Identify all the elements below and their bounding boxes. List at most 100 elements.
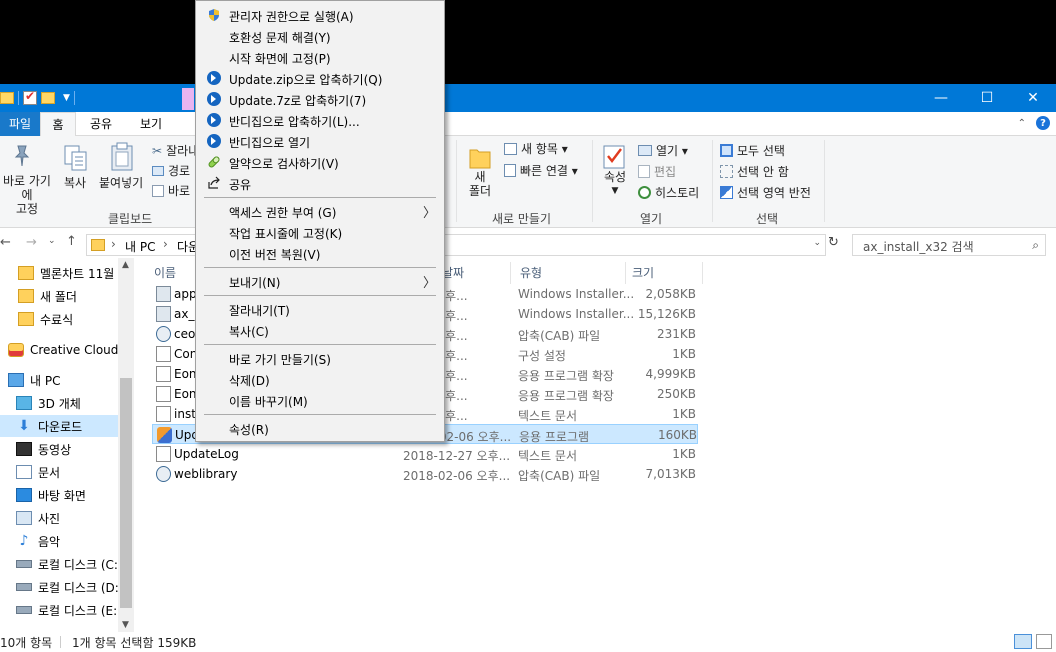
column-header-date[interactable]: 날짜 (442, 264, 464, 286)
history-button[interactable]: 히스토리 (638, 184, 699, 201)
new-folder-button[interactable]: 새 폴더 (466, 170, 494, 198)
chevron-right-icon: 〉 (422, 206, 436, 221)
menu-item-properties[interactable]: 속성(R) (198, 418, 442, 439)
select-none-button[interactable]: 선택 안 함 (720, 163, 789, 180)
nav-item-pictures[interactable]: 사진 (0, 507, 118, 529)
breadcrumb-pc[interactable]: 내 PC (125, 238, 155, 255)
column-header-name[interactable]: 이름 (154, 264, 176, 286)
nav-item-drive-d[interactable]: 로컬 디스크 (D:) (0, 576, 118, 598)
menu-item-rename[interactable]: 이름 바꾸기(M) (198, 390, 442, 411)
scroll-thumb[interactable] (120, 378, 132, 608)
cab-archive-icon (156, 326, 171, 342)
menu-item-cut[interactable]: 잘라내기(T) (198, 299, 442, 320)
divider (60, 636, 61, 648)
menu-item-compress-7z[interactable]: Update.7z로 압축하기(7) (198, 89, 442, 110)
chevron-down-icon[interactable]: ⌄ (48, 236, 56, 246)
chevron-down-icon[interactable]: ▼ (63, 93, 70, 103)
help-icon[interactable]: ? (1036, 116, 1050, 130)
menu-item-bandizip-open[interactable]: 반디집으로 열기 (198, 131, 442, 152)
edit-button[interactable]: 편집 (638, 163, 676, 180)
properties-button[interactable]: 속성 ▼ (602, 170, 628, 198)
nav-item-desktop[interactable]: 바탕 화면 (0, 484, 118, 506)
chevron-down-icon[interactable]: ⌄ (813, 238, 821, 248)
nav-item-music[interactable]: ♪ 음악 (0, 530, 118, 552)
menu-item-create-shortcut[interactable]: 바로 가기 만들기(S) (198, 348, 442, 369)
paste-button[interactable]: 붙여넣기 (99, 174, 143, 191)
divider (18, 91, 19, 105)
menu-item-pin-start[interactable]: 시작 화면에 고정(P) (198, 47, 442, 68)
nav-scrollbar[interactable]: ▲ ▼ (118, 258, 134, 632)
divider (73, 91, 75, 105)
menu-item-pin-taskbar[interactable]: 작업 표시줄에 고정(K) (198, 222, 442, 243)
select-all-button[interactable]: 모두 선택 (720, 142, 785, 159)
close-button[interactable]: ✕ (1010, 84, 1056, 112)
pin-quick-access-button[interactable]: 바로 가기에 고정 (0, 174, 54, 216)
nav-item-videos[interactable]: 동영상 (0, 438, 118, 460)
chevron-up-icon[interactable]: ▲ (122, 260, 129, 270)
open-button[interactable]: 열기 ▾ (638, 142, 688, 159)
chevron-down-icon[interactable]: ▼ (122, 620, 129, 630)
nav-item-documents[interactable]: 문서 (0, 461, 118, 483)
forward-arrow-icon[interactable]: → (26, 235, 37, 250)
menu-item-alyac-scan[interactable]: 알약으로 검사하기(V) (198, 152, 442, 173)
select-all-icon (720, 144, 733, 157)
menu-item-give-access[interactable]: 액세스 권한 부여 (G) 〉 (198, 201, 442, 222)
maximize-button[interactable]: ☐ (964, 84, 1010, 112)
nav-item-this-pc[interactable]: 내 PC (0, 369, 118, 391)
tab-file[interactable]: 파일 (0, 112, 40, 136)
tab-home[interactable]: 홈 (40, 112, 76, 137)
nav-item-downloads[interactable]: ⬇ 다운로드 (0, 415, 118, 437)
menu-item-compress-zip[interactable]: Update.zip으로 압축하기(Q) (198, 68, 442, 89)
up-arrow-icon[interactable]: ↑ (66, 234, 77, 249)
nav-item-drive-e[interactable]: 로컬 디스크 (E:) (0, 599, 118, 621)
properties-quick-icon[interactable] (23, 89, 37, 105)
easy-access-icon (504, 164, 516, 177)
file-row[interactable]: weblibrary 2018-02-06 오후... 압축(CAB) 파일 7,01… (152, 464, 698, 484)
nav-item-3d-objects[interactable]: 3D 개체 (0, 392, 118, 414)
large-icons-view-icon[interactable] (1036, 634, 1052, 649)
desktop-icon (16, 488, 32, 502)
folder-icon[interactable] (0, 92, 14, 104)
search-input[interactable]: ax_install_x32 검색 ⌕ (852, 234, 1046, 256)
quick-access-toolbar: ▼ (0, 89, 75, 106)
nav-item[interactable]: 멜론차트 11월 2 (0, 262, 118, 284)
menu-item-bandizip-compress[interactable]: 반디집으로 압축하기(L)... (198, 110, 442, 131)
select-none-icon (720, 165, 733, 178)
tab-view[interactable]: 보기 (130, 112, 172, 136)
copy-button[interactable]: 복사 (64, 174, 86, 191)
menu-item-run-as-admin[interactable]: 관리자 권한으로 실행(A) (198, 5, 442, 26)
menu-item-delete[interactable]: 삭제(D) (198, 369, 442, 390)
music-note-icon: ♪ (19, 533, 29, 549)
divider (204, 344, 436, 345)
file-row[interactable]: UpdateLog 2018-12-27 오후... 텍스트 문서 1KB (152, 444, 698, 464)
column-header-type[interactable]: 유형 (520, 264, 542, 286)
paste-shortcut-button[interactable]: 바로 (152, 182, 190, 199)
menu-item-share[interactable]: 공유 (198, 173, 442, 194)
title-bar: ▼ — ☐ ✕ (0, 84, 1056, 112)
bandizip-icon (207, 92, 221, 106)
folder-icon (18, 312, 34, 326)
back-arrow-icon[interactable]: ← (0, 235, 11, 250)
scissors-icon: ✂ (152, 143, 163, 158)
nav-item-drive-c[interactable]: 로컬 디스크 (C:) (0, 553, 118, 575)
nav-item[interactable]: 수료식 (0, 308, 118, 330)
menu-item-troubleshoot[interactable]: 호환성 문제 해결(Y) (198, 26, 442, 47)
chevron-up-icon[interactable]: ⌃ (1018, 118, 1026, 129)
menu-item-restore-versions[interactable]: 이전 버전 복원(V) (198, 243, 442, 264)
new-folder-quick-icon[interactable] (41, 92, 55, 104)
column-header-size[interactable]: 크기 (632, 264, 654, 286)
invert-selection-button[interactable]: 선택 영역 반전 (720, 184, 811, 201)
menu-item-copy[interactable]: 복사(C) (198, 320, 442, 341)
tab-share[interactable]: 공유 (80, 112, 122, 136)
details-view-icon[interactable] (1014, 634, 1032, 649)
cube-icon (16, 396, 32, 410)
cab-archive-icon (156, 466, 171, 482)
new-item-button[interactable]: 새 항목 ▾ (504, 140, 568, 157)
easy-access-button[interactable]: 빠른 연결 ▾ (504, 162, 578, 179)
copy-path-button[interactable]: 경로 (152, 162, 190, 179)
menu-item-send-to[interactable]: 보내기(N) 〉 (198, 271, 442, 292)
refresh-icon[interactable]: ↻ (828, 235, 839, 250)
nav-item-creative-cloud[interactable]: Creative Cloud Fil (0, 339, 118, 361)
minimize-button[interactable]: — (918, 84, 964, 112)
nav-item[interactable]: 새 폴더 (0, 285, 118, 307)
